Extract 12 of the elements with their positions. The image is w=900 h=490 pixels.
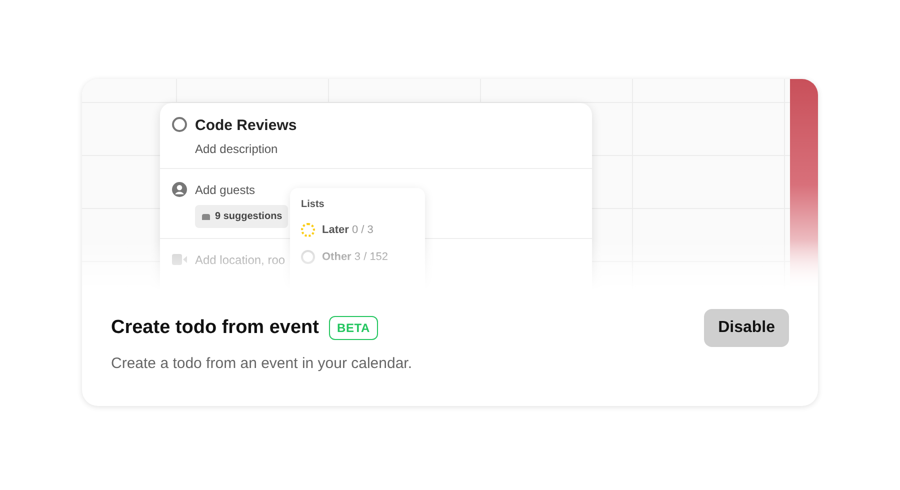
task-title: Code Reviews	[195, 116, 297, 136]
beta-badge: BETA	[328, 316, 378, 340]
suggestions-chip[interactable]: 9 suggestions	[195, 204, 288, 228]
menu-heading: Lists	[301, 198, 326, 212]
description-field[interactable]: Add description	[195, 140, 297, 158]
video-icon	[172, 254, 187, 265]
feature-title: Create todo from event	[111, 316, 319, 340]
list-option[interactable]: Later 0 / 3	[301, 222, 414, 238]
feature-description: Create a todo from an event in your calendar.	[111, 354, 412, 374]
person-icon	[172, 182, 187, 196]
add-guests-field[interactable]: Add guests	[195, 180, 288, 198]
disable-button[interactable]: Disable	[704, 309, 789, 347]
